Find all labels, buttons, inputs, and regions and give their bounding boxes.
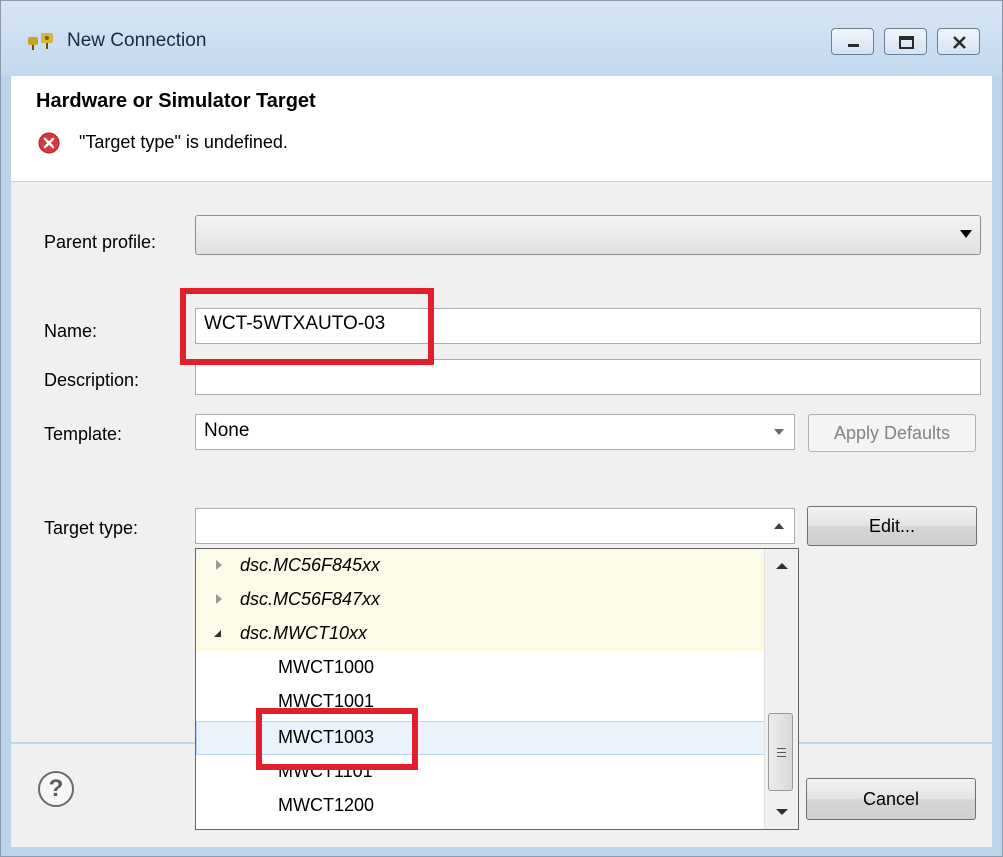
help-icon[interactable]: ? [38,771,74,807]
close-icon [953,36,966,49]
list-scrollbar[interactable] [764,549,798,829]
minimize-button[interactable] [831,28,874,55]
error-message: "Target type" is undefined. [79,132,288,152]
expand-arrow-icon[interactable] [216,594,222,604]
apply-defaults-button[interactable]: Apply Defaults [808,414,976,452]
parent-profile-select[interactable] [195,215,981,255]
name-label: Name: [44,321,98,341]
window-title: New Connection [67,30,207,51]
target-type-dropdown-button[interactable] [764,510,794,542]
error-icon [38,132,60,154]
maximize-icon [899,36,914,49]
connection-app-icon [28,33,53,50]
template-select[interactable]: None [195,414,795,450]
title-bar[interactable]: New Connection [1,1,1002,76]
chevron-down-icon [774,429,784,435]
name-highlight-box [180,288,434,365]
list-item[interactable]: dsc.MC56F845xx [196,549,766,583]
mwct1003-highlight-box [256,708,418,770]
list-item[interactable]: MWCT1000 [196,651,766,685]
target-type-select[interactable] [195,508,795,544]
parent-profile-label: Parent profile: [44,232,157,252]
edit-button[interactable]: Edit... [807,506,977,546]
chevron-down-icon [960,230,972,238]
template-dropdown-button[interactable] [764,416,794,448]
description-label: Description: [44,370,140,390]
scroll-down-arrow-icon[interactable] [765,803,798,823]
expand-arrow-icon[interactable] [216,560,222,570]
scroll-up-arrow-icon[interactable] [765,555,798,575]
close-button[interactable] [937,28,980,55]
scroll-thumb[interactable] [768,713,793,791]
minimize-icon [848,44,859,47]
target-type-list[interactable]: dsc.MC56F845xx dsc.MC56F847xx dsc.MWCT10… [195,548,799,830]
maximize-button[interactable] [884,28,927,55]
list-item[interactable]: dsc.MWCT10xx [196,617,766,651]
template-value: None [204,420,250,441]
list-item[interactable]: dsc.MC56F847xx [196,583,766,617]
cancel-button[interactable]: Cancel [806,778,976,820]
page-title: Hardware or Simulator Target [36,90,316,112]
collapse-arrow-icon[interactable] [214,630,221,637]
dialog-header: Hardware or Simulator Target "Target typ… [11,76,992,182]
template-label: Template: [44,424,123,444]
list-item[interactable]: MWCT1200 [196,789,766,823]
target-type-label: Target type: [44,518,139,538]
chevron-up-icon [774,523,784,529]
